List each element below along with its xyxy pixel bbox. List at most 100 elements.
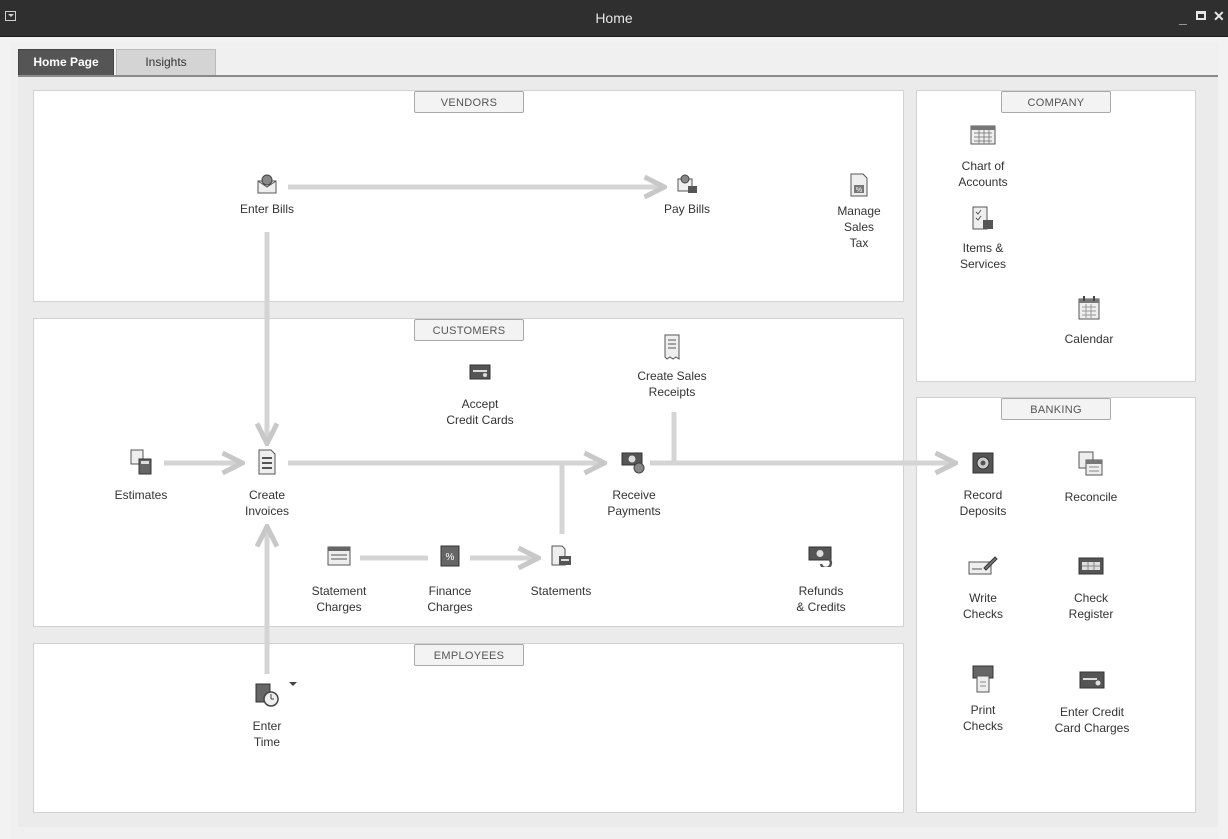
svg-text:%: %: [856, 187, 862, 194]
check-register-label-2: Register: [1068, 607, 1114, 621]
vendors-header: VENDORS: [414, 91, 524, 113]
statements-button[interactable]: Statements: [518, 545, 604, 599]
close-icon[interactable]: ✕: [1213, 9, 1225, 23]
create-sales-receipts-label-1: Create Sales: [637, 369, 707, 383]
enter-credit-card-charges-button[interactable]: Enter Credit Card Charges: [1040, 670, 1144, 736]
reconcile-icon: [1078, 451, 1103, 476]
create-invoices-button[interactable]: Create Invoices: [227, 449, 307, 519]
statement-charges-icon: [327, 546, 351, 566]
chart-of-accounts-label-2: Accounts: [958, 175, 1008, 189]
svg-text:%: %: [446, 552, 455, 563]
create-sales-receipts-button[interactable]: Create Sales Receipts: [616, 334, 728, 400]
title-bar: Home _ ✕: [0, 0, 1228, 37]
customers-header: CUSTOMERS: [414, 319, 524, 341]
write-checks-label-2: Checks: [962, 607, 1003, 621]
invoice-icon: [258, 449, 276, 475]
enter-time-dropdown-icon[interactable]: [289, 682, 297, 686]
credit-card-charges-icon: [1079, 671, 1105, 689]
calendar-button[interactable]: Calendar: [1046, 295, 1132, 347]
record-deposits-button[interactable]: Record Deposits: [940, 451, 1026, 519]
enter-credit-card-charges-label-2: Card Charges: [1054, 721, 1130, 735]
statement-charges-button[interactable]: Statement Charges: [298, 545, 380, 615]
banking-header: BANKING: [1001, 398, 1111, 420]
accept-credit-cards-button[interactable]: Accept Credit Cards: [430, 362, 530, 428]
receive-payments-label-1: Receive: [612, 488, 656, 502]
calendar-icon: [1078, 296, 1100, 320]
reconcile-label: Reconcile: [1064, 490, 1118, 504]
enter-time-button[interactable]: Enter Time: [227, 682, 307, 750]
record-deposits-label-1: Record: [963, 488, 1003, 502]
enter-time-icon: [255, 683, 279, 707]
home-window: Home _ ✕ Home Page Insights VENDORS CUST…: [0, 0, 1228, 839]
statement-charges-label-2: Charges: [316, 600, 362, 614]
chart-of-accounts-button[interactable]: Chart of Accounts: [940, 124, 1026, 190]
write-checks-icon: [968, 556, 998, 575]
reconcile-button[interactable]: Reconcile: [1048, 451, 1134, 505]
tab-home-page[interactable]: Home Page: [18, 49, 114, 76]
finance-charges-button[interactable]: % Finance Charges: [410, 545, 490, 615]
vendors-panel: VENDORS: [33, 90, 904, 302]
record-deposits-label-2: Deposits: [959, 504, 1007, 518]
check-register-icon: [1078, 557, 1104, 575]
employees-panel: EMPLOYEES: [33, 643, 904, 813]
company-header: COMPANY: [1001, 91, 1111, 113]
tab-insights[interactable]: Insights: [116, 49, 216, 75]
estimates-label: Estimates: [114, 488, 168, 502]
print-checks-icon: [972, 665, 994, 693]
refunds-icon: [808, 546, 833, 567]
accept-credit-cards-label-1: Accept: [461, 397, 499, 411]
items-services-label-2: Services: [959, 257, 1006, 271]
refunds-credits-label-1: Refunds: [798, 584, 844, 598]
estimates-button[interactable]: Estimates: [101, 449, 181, 503]
create-invoices-label-1: Create: [248, 488, 286, 502]
receive-payments-button[interactable]: Receive Payments: [586, 449, 682, 519]
create-invoices-label-2: Invoices: [244, 504, 290, 518]
items-services-icon: [972, 206, 993, 230]
enter-time-label-1: Enter: [252, 719, 282, 733]
enter-credit-card-charges-label-1: Enter Credit: [1059, 705, 1125, 719]
pay-bills-icon: [677, 174, 697, 193]
record-deposits-icon: [972, 452, 994, 474]
refunds-credits-button[interactable]: Refunds & Credits: [776, 545, 866, 615]
check-register-button[interactable]: Check Register: [1048, 556, 1134, 622]
sales-tax-icon: %: [850, 173, 868, 197]
enter-bills-label: Enter Bills: [239, 202, 295, 216]
items-services-label-1: Items &: [962, 241, 1004, 255]
finance-charges-label-1: Finance: [428, 584, 472, 598]
print-checks-label-1: Print: [970, 703, 996, 717]
estimates-icon: [130, 449, 152, 475]
manage-sales-tax-label-2: Sales: [843, 220, 875, 234]
receive-payments-icon: [621, 452, 645, 474]
chart-of-accounts-icon: [970, 125, 996, 145]
employees-header: EMPLOYEES: [414, 644, 524, 666]
maximize-icon[interactable]: [1196, 11, 1206, 20]
write-checks-button[interactable]: Write Checks: [940, 554, 1026, 622]
write-checks-label-1: Write: [969, 591, 997, 605]
enter-time-label-2: Time: [253, 735, 281, 749]
statement-charges-label-1: Statement: [311, 584, 367, 598]
manage-sales-tax-label-1: Manage: [837, 204, 881, 218]
sales-receipt-icon: [664, 334, 680, 360]
print-checks-label-2: Checks: [962, 719, 1003, 733]
pay-bills-label: Pay Bills: [663, 202, 710, 216]
credit-card-icon: [469, 364, 491, 380]
pay-bills-button[interactable]: Pay Bills: [637, 173, 737, 217]
tab-home-page-label: Home Page: [33, 55, 99, 69]
statements-label: Statements: [530, 584, 592, 598]
refunds-credits-label-2: & Credits: [796, 600, 846, 614]
finance-charges-icon: %: [440, 545, 460, 567]
check-register-label-1: Check: [1073, 591, 1108, 605]
manage-sales-tax-button[interactable]: % Manage Sales Tax: [814, 173, 904, 251]
minimize-icon[interactable]: _: [1179, 11, 1187, 25]
calendar-label: Calendar: [1064, 332, 1114, 346]
statements-icon: [551, 545, 571, 566]
accept-credit-cards-label-2: Credit Cards: [446, 413, 514, 427]
enter-bills-button[interactable]: Enter Bills: [217, 173, 317, 217]
print-checks-button[interactable]: Print Checks: [940, 664, 1026, 734]
items-services-button[interactable]: Items & Services: [940, 206, 1026, 272]
tab-insights-label: Insights: [145, 55, 187, 69]
receive-payments-label-2: Payments: [607, 504, 661, 518]
finance-charges-label-2: Charges: [427, 600, 473, 614]
create-sales-receipts-label-2: Receipts: [648, 385, 696, 399]
chart-of-accounts-label-1: Chart of: [961, 159, 1005, 173]
